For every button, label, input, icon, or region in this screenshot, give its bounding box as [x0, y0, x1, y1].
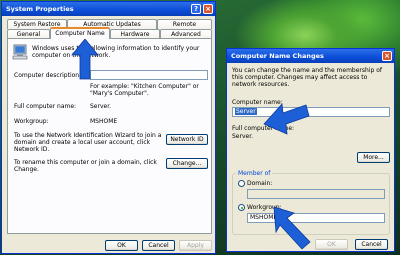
workgroup-input[interactable]: MSHOME	[247, 213, 385, 223]
change-button[interactable]: Change...	[166, 158, 208, 169]
computer-name-selected-text: Server	[235, 108, 257, 115]
name-changes-cancel-button[interactable]: Cancel	[355, 239, 388, 250]
arrow-to-workgroup-input	[273, 206, 311, 250]
arrow-to-computer-name-input	[263, 103, 310, 135]
intro-text: Windows uses the following information t…	[32, 45, 200, 59]
close-button[interactable]: ×	[382, 51, 392, 61]
workgroup-value: MSHOME	[90, 118, 118, 125]
arrow-to-computer-name-tab	[71, 38, 99, 80]
workgroup-label: Workgroup:	[14, 118, 49, 125]
computer-name-changes-titlebar[interactable]: Computer Name Changes ? ×	[227, 49, 394, 63]
more-button[interactable]: More...	[357, 152, 390, 163]
cancel-button[interactable]: Cancel	[142, 240, 175, 251]
computer-name-panel: Windows uses the following information t…	[7, 38, 212, 234]
window-title: System Properties	[6, 5, 74, 13]
network-id-button[interactable]: Network ID	[166, 134, 208, 145]
system-properties-window: System Properties ? × System Restore Aut…	[1, 1, 216, 254]
network-id-instructions: To use the Network Identification Wizard…	[14, 132, 162, 153]
help-button[interactable]: ?	[191, 4, 201, 14]
full-computer-name-value: Server.	[232, 133, 254, 140]
ok-button[interactable]: OK	[105, 240, 138, 251]
name-changes-ok-button[interactable]: OK	[315, 239, 348, 250]
full-computer-name-value: Server.	[90, 103, 112, 110]
computer-description-input[interactable]	[90, 70, 208, 80]
tab-remote[interactable]: Remote	[157, 19, 212, 29]
rename-instructions: To rename this computer or join a domain…	[14, 159, 157, 173]
domain-input[interactable]	[247, 189, 385, 199]
workgroup-radio[interactable]	[238, 204, 245, 211]
example-text: For example: "Kitchen Computer" or "Mary…	[90, 83, 199, 97]
dialog-title: Computer Name Changes	[231, 52, 324, 60]
name-changes-intro: You can change the name and the membersh…	[232, 67, 382, 88]
domain-radio[interactable]	[238, 180, 245, 187]
tab-computer-name[interactable]: Computer Name	[50, 27, 110, 39]
system-properties-titlebar[interactable]: System Properties ? ×	[2, 2, 215, 16]
computer-icon	[12, 44, 28, 60]
computer-name-input[interactable]: Server	[232, 107, 390, 117]
domain-label: Domain:	[247, 180, 273, 187]
close-button[interactable]: ×	[203, 4, 213, 14]
full-computer-name-label: Full computer name:	[14, 103, 77, 110]
member-of-label: Member of	[236, 170, 273, 177]
apply-button[interactable]: Apply	[179, 240, 212, 251]
